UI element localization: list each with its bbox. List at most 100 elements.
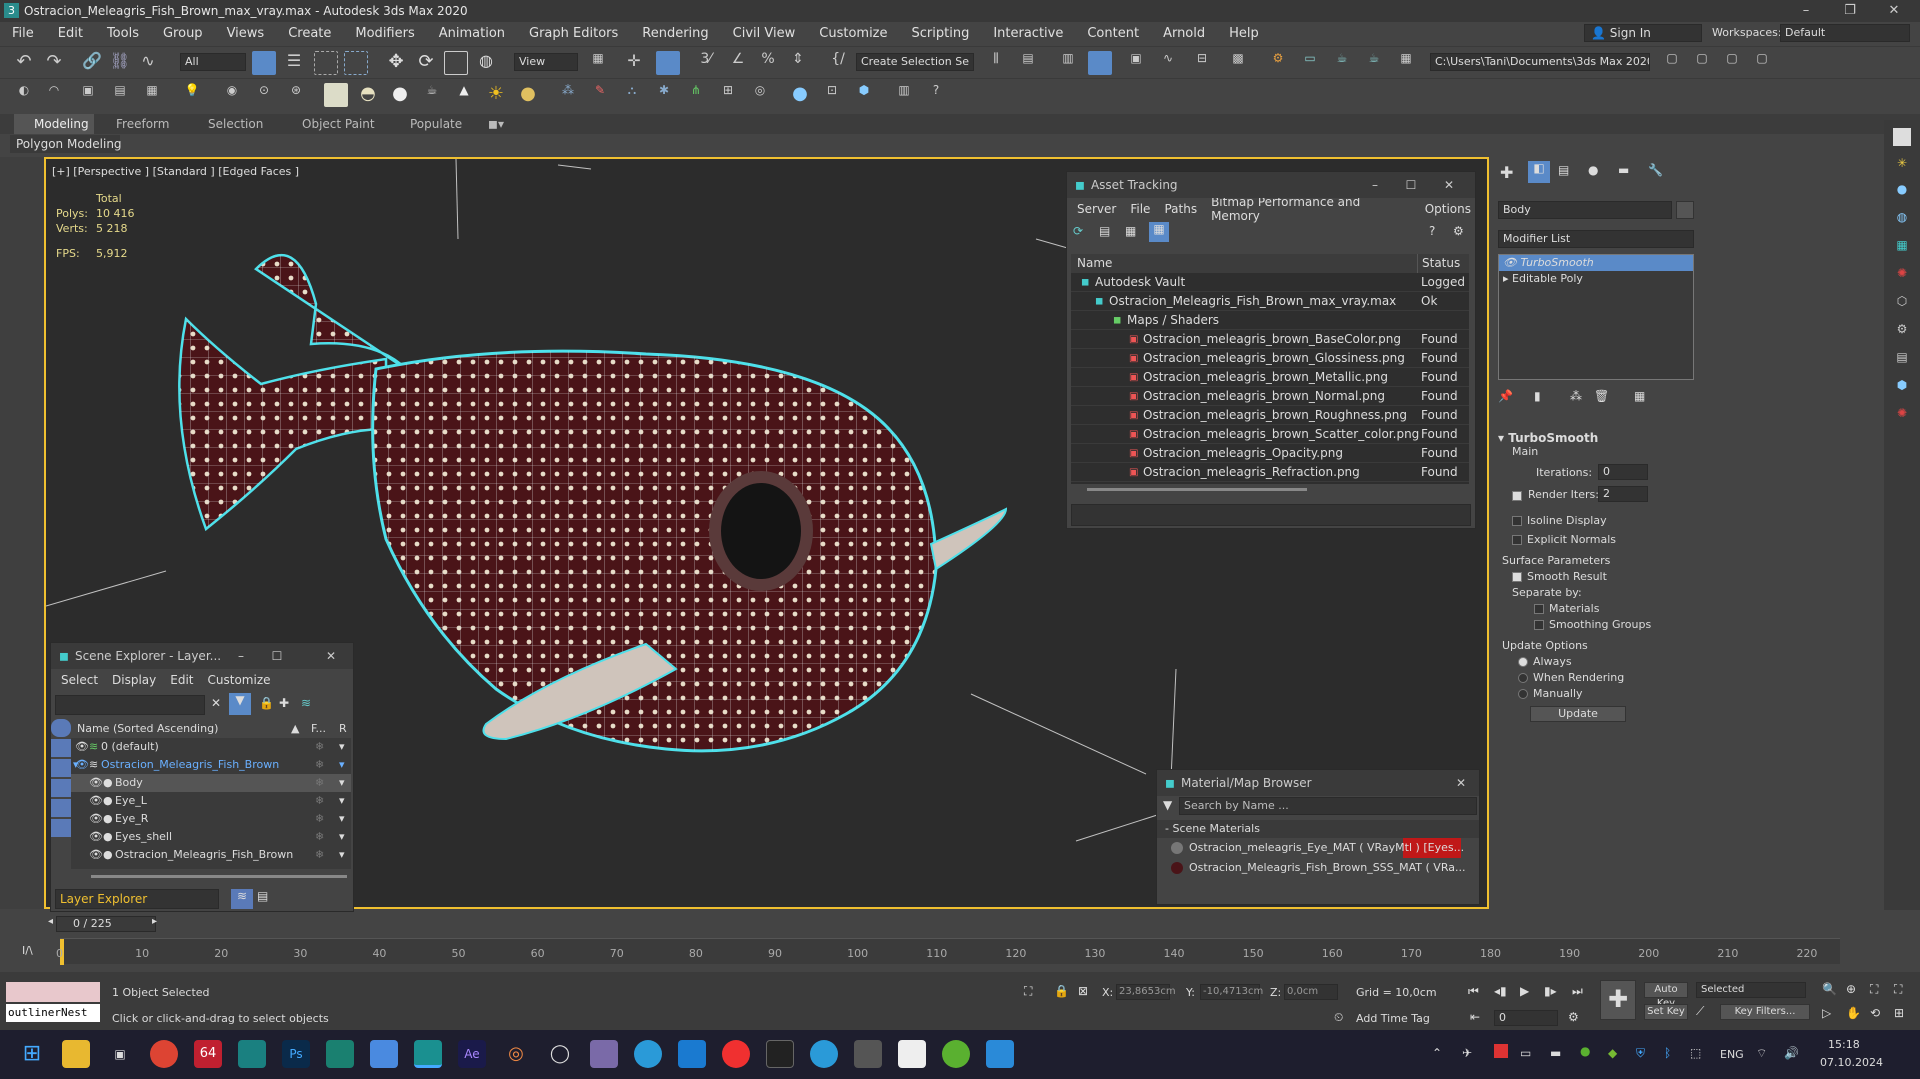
material-item[interactable]: Ostracion_meleagris_Eye_MAT ( VRayMtl ) … — [1171, 838, 1464, 858]
mirror-icon[interactable]: ⫼ — [984, 51, 1008, 75]
asset-row[interactable]: ▣ Ostracion_meleagris_brown_Scatter_color… — [1071, 425, 1469, 444]
se-tree-row[interactable]: 👁 ● Eyes_shell ❄ ▾ — [71, 828, 351, 846]
time-tag-icon[interactable]: ⏲ — [1334, 1010, 1343, 1025]
render-setup-icon[interactable]: ⚙ — [1266, 51, 1290, 75]
tray-red-icon[interactable] — [1494, 1044, 1508, 1058]
stack-turbosmooth[interactable]: 👁 TurboSmooth — [1499, 255, 1693, 271]
menu-customize[interactable]: Customize — [819, 26, 887, 41]
vray-mesh-icon[interactable]: ☕ — [420, 83, 444, 107]
menu-group[interactable]: Group — [163, 26, 203, 41]
percent-snap-icon[interactable]: % — [756, 51, 780, 75]
se-display-bones-icon[interactable] — [51, 819, 71, 837]
ribbon-tab-object-paint[interactable]: Object Paint — [302, 117, 375, 131]
se-layers-icon[interactable]: ≋ — [301, 696, 311, 710]
menu-edit[interactable]: Edit — [58, 26, 83, 41]
se-menu-edit[interactable]: Edit — [170, 673, 193, 687]
smoothing-groups-row[interactable]: Smoothing Groups — [1534, 618, 1676, 631]
tray-monitor-icon[interactable]: ▭ — [1520, 1046, 1531, 1060]
strip-icon-1[interactable] — [1893, 128, 1911, 146]
freeze-icon[interactable]: ❄ — [315, 738, 324, 756]
after-effects-icon[interactable]: Ae — [458, 1040, 486, 1068]
tray-utorrent-icon[interactable]: ● — [1580, 1044, 1590, 1058]
materials-checkbox[interactable] — [1534, 604, 1544, 614]
render-toggle-icon[interactable]: ▾ — [339, 792, 345, 810]
visibility-eye-icon[interactable]: 👁 — [75, 738, 89, 756]
tray-volume-icon[interactable]: 🔊 — [1784, 1046, 1799, 1060]
curve-editor-icon[interactable]: ∿ — [1156, 51, 1180, 75]
asset-help-icon[interactable]: ? — [1429, 224, 1435, 238]
menu-help[interactable]: Help — [1229, 26, 1259, 41]
strip-icon-8[interactable]: ⚙ — [1893, 322, 1911, 340]
next-frame-icon[interactable]: ▮▸ — [1544, 984, 1557, 998]
visibility-eye-icon[interactable]: 👁 — [89, 774, 103, 792]
object-name-field[interactable]: Body — [1498, 201, 1672, 219]
vray-frame-buffer-icon[interactable]: ▣ — [76, 83, 100, 107]
track-bar[interactable]: 0 10 20 30 40 50 60 70 80 90 100 110 120 130 140 150 160… — [56, 938, 1840, 965]
polygon-modeling-label[interactable]: Polygon Modeling — [16, 137, 122, 151]
placement-icon[interactable]: ◍ — [474, 51, 498, 75]
visibility-eye-icon[interactable]: 👁 — [89, 846, 103, 864]
tray-chevron-icon[interactable]: ⌃ — [1432, 1046, 1442, 1060]
prev-frame-icon[interactable]: ◂▮ — [1494, 984, 1507, 998]
manually-row[interactable]: Manually — [1518, 687, 1676, 700]
set-key-button[interactable]: Set Key — [1644, 1004, 1688, 1020]
se-menu-customize[interactable]: Customize — [208, 673, 271, 687]
tray-lang[interactable]: ENG — [1720, 1048, 1744, 1061]
show-end-result-icon[interactable]: ▮ — [1534, 389, 1541, 403]
spinner-snap-icon[interactable]: ⇕ — [786, 51, 810, 75]
key-mode-icon[interactable]: ⇤ — [1470, 1010, 1480, 1024]
render-icon[interactable]: ☕ — [1330, 51, 1354, 75]
render-iters-spinner[interactable]: 2 — [1598, 486, 1648, 502]
time-config-icon[interactable]: ⚙ — [1568, 1010, 1579, 1024]
create-tab-icon[interactable]: ✚ — [1500, 163, 1513, 182]
slider-prev-icon[interactable]: ◂ — [48, 916, 53, 927]
mb-search-options-icon[interactable]: ▼ — [1163, 798, 1172, 812]
stack-editable-poly[interactable]: ▸ Editable Poly — [1499, 271, 1693, 287]
mb-search-input[interactable]: Search by Name ... — [1179, 797, 1477, 815]
asset-row[interactable]: ▣ Ostracion_meleagris_brown_Normal.png Fou… — [1071, 387, 1469, 406]
tray-shield-icon[interactable]: ⛨ — [1636, 1046, 1645, 1061]
maximize-button[interactable]: ❐ — [1828, 0, 1872, 22]
vray-ies-icon[interactable]: ▲ — [452, 83, 476, 107]
ribbon-tab-selection[interactable]: Selection — [208, 117, 263, 131]
signin-dropdown[interactable]: 👤 Sign In — [1584, 24, 1702, 42]
ts-title[interactable]: ▾ TurboSmooth — [1498, 431, 1676, 445]
asset-menu-options[interactable]: Options — [1425, 202, 1471, 216]
se-tree-row[interactable]: 👁 ≋ 0 (default) ❄ ▾ — [71, 738, 351, 756]
render-toggle-icon[interactable]: ▾ — [339, 774, 345, 792]
se-tree-row[interactable]: ▾ 👁 ≋ Ostracion_Meleagris_Fish_Brown ❄ ▾ — [71, 756, 351, 774]
render-toggle-icon[interactable]: ▾ — [339, 828, 345, 846]
vray-toolbar-icon-17[interactable]: ⁂ — [556, 83, 580, 107]
asset-menu-file[interactable]: File — [1130, 202, 1150, 216]
asset-tracking-titlebar[interactable]: ◼ Asset Tracking – ☐ ✕ — [1067, 172, 1475, 198]
strip-icon-6[interactable]: ✺ — [1893, 266, 1911, 284]
vray-light-icon[interactable]: 💡 — [180, 83, 204, 107]
set-key-big-button[interactable]: ✚ — [1600, 980, 1636, 1020]
se-footer-layers-icon[interactable]: ≋ — [231, 889, 253, 909]
vray-toolbar-icon-2[interactable]: ◠ — [42, 83, 66, 107]
vray-toolbar-icon-8[interactable]: ⊙ — [252, 83, 276, 107]
move-icon[interactable]: ✥ — [384, 51, 408, 75]
vray-ambient-icon[interactable]: ● — [516, 83, 540, 107]
rendered-frame-icon[interactable]: ▭ — [1298, 51, 1322, 75]
display-tab-icon[interactable]: ▬ — [1618, 163, 1629, 177]
menu-content[interactable]: Content — [1087, 26, 1139, 41]
vray-fur-icon[interactable]: ⋔ — [684, 83, 708, 107]
window-crossing-icon[interactable] — [344, 51, 368, 75]
asset-menu-paths[interactable]: Paths — [1164, 202, 1197, 216]
freeze-icon[interactable]: ❄ — [315, 828, 324, 846]
auto-key-button[interactable]: Auto Key — [1644, 982, 1688, 1009]
viewport-label[interactable]: [+] [Perspective ] [Standard ] [Edged Fa… — [52, 165, 299, 178]
configure-sets-icon[interactable]: ▦ — [1634, 389, 1645, 403]
always-row[interactable]: Always — [1518, 655, 1676, 668]
key-mode-toggle-icon[interactable]: ⟋ — [1696, 1004, 1704, 1019]
render-toggle-icon[interactable]: ▾ — [339, 738, 345, 756]
3dsmax-taskbar-icon-2[interactable] — [414, 1040, 442, 1068]
always-radio[interactable] — [1518, 657, 1528, 667]
menu-tools[interactable]: Tools — [107, 26, 139, 41]
hierarchy-tab-icon[interactable]: ▤ — [1558, 163, 1569, 177]
asset-settings-icon[interactable]: ⚙ — [1453, 224, 1464, 238]
isoline-row[interactable]: Isoline Display — [1512, 514, 1676, 527]
strip-icon-10[interactable]: ⬢ — [1893, 378, 1911, 396]
asset-row[interactable]: ▣ Ostracion_meleagris_Opacity.png Found — [1071, 444, 1469, 463]
